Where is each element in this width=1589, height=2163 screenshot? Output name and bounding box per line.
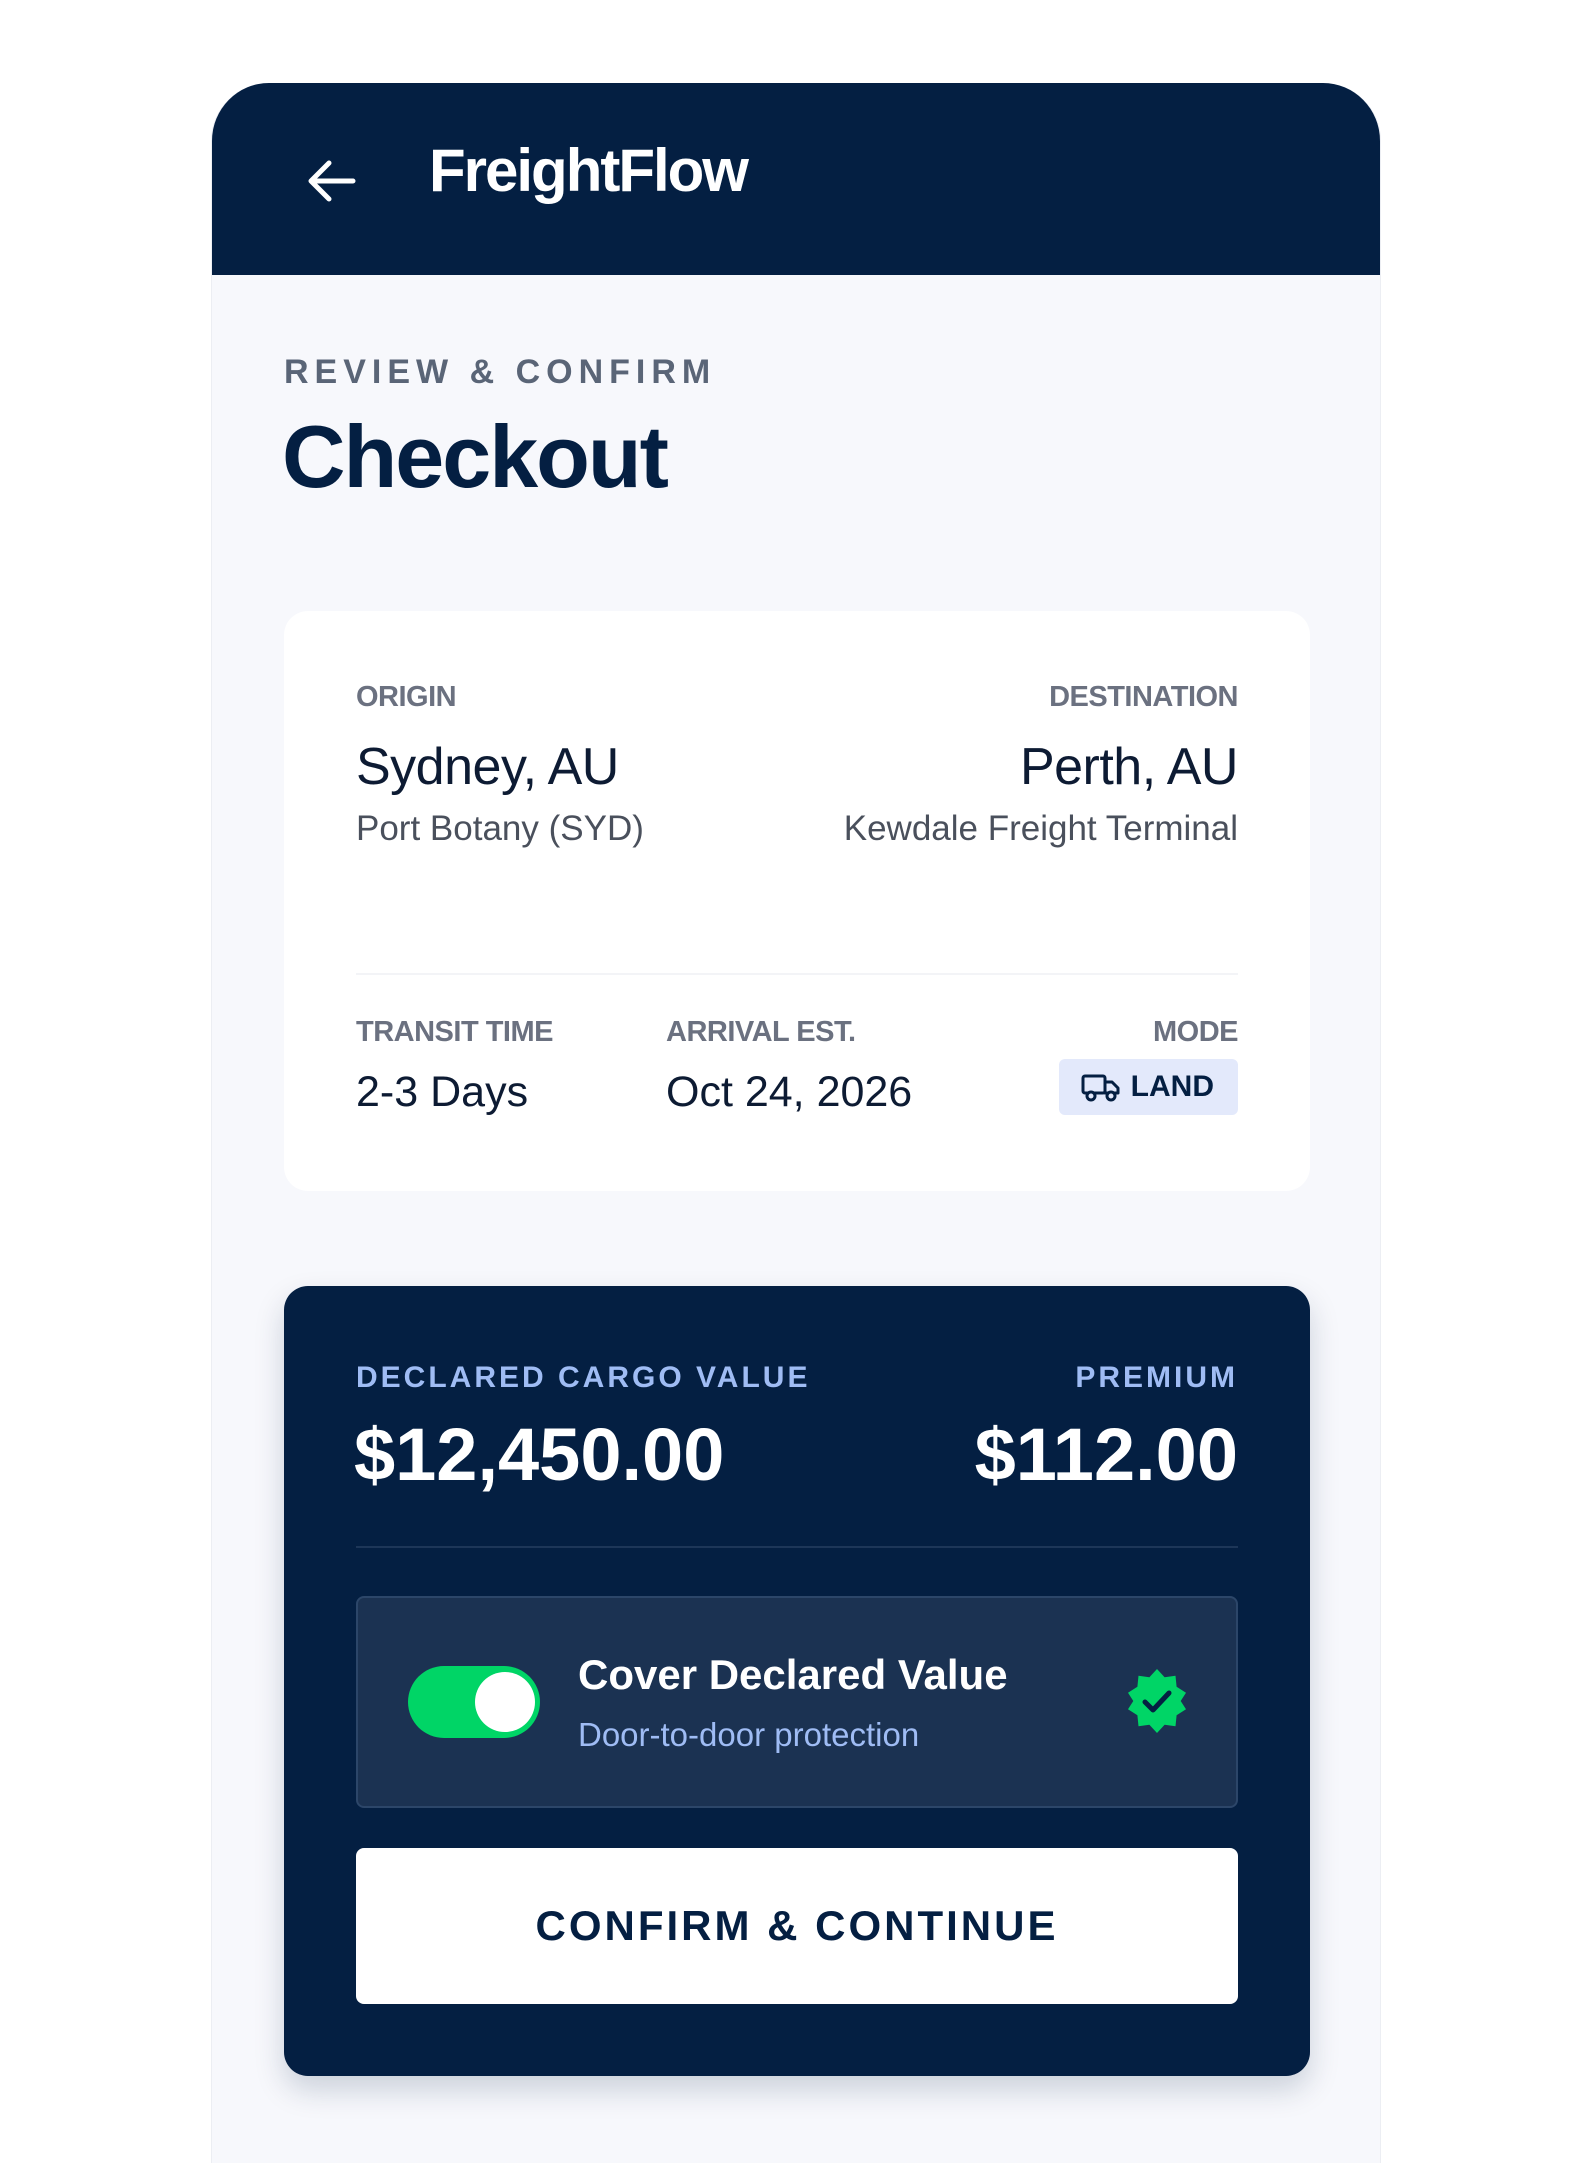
premium-label: PREMIUM	[1075, 1361, 1238, 1394]
mode-value: LAND	[1130, 1070, 1214, 1103]
origin-city: Sydney, AU	[356, 738, 619, 796]
destination-label: DESTINATION	[1049, 681, 1238, 713]
cover-title: Cover Declared Value	[578, 1651, 1008, 1698]
declared-value-label: DECLARED CARGO VALUE	[356, 1361, 811, 1394]
transit-time-value: 2-3 Days	[356, 1068, 529, 1116]
origin-port: Port Botany (SYD)	[356, 809, 644, 848]
card-divider	[356, 973, 1238, 975]
cover-option: Cover Declared Value Door-to-door protec…	[356, 1596, 1238, 1808]
cover-subtitle: Door-to-door protection	[578, 1716, 920, 1753]
toggle-knob	[475, 1672, 535, 1732]
page-title: Checkout	[282, 407, 669, 506]
origin-label: ORIGIN	[356, 681, 457, 713]
cover-toggle[interactable]	[408, 1666, 540, 1738]
insurance-divider	[356, 1546, 1238, 1548]
declared-value-amount: $12,450.00	[354, 1413, 725, 1496]
destination-city: Perth, AU	[1019, 738, 1239, 796]
arrival-value: Oct 24, 2026	[666, 1068, 913, 1116]
insurance-card: DECLARED CARGO VALUE $12,450.00 PREMIUM …	[284, 1286, 1310, 2076]
route-summary-card: ORIGIN Sydney, AU Port Botany (SYD) DEST…	[284, 611, 1310, 1191]
app-screen: FreightFlow REVIEW & CONFIRM Checkout OR…	[211, 83, 1381, 2163]
truck-icon	[1081, 1074, 1120, 1102]
confirm-continue-button[interactable]: CONFIRM & CONTINUE	[356, 1848, 1238, 2004]
arrow-left-icon	[308, 160, 356, 202]
page-eyebrow: REVIEW & CONFIRM	[284, 353, 717, 391]
destination-port: Kewdale Freight Terminal	[843, 809, 1238, 848]
top-app-bar: FreightFlow	[212, 83, 1380, 275]
arrival-label: ARRIVAL EST.	[666, 1016, 856, 1048]
brand-logo: FreightFlow	[429, 137, 749, 204]
transit-time-label: TRANSIT TIME	[356, 1016, 554, 1048]
verified-badge-icon	[1128, 1669, 1186, 1733]
back-button[interactable]	[298, 148, 364, 214]
mode-badge: LAND	[1058, 1059, 1238, 1115]
mode-label: MODE	[1153, 1016, 1239, 1048]
premium-amount: $112.00	[974, 1413, 1238, 1496]
